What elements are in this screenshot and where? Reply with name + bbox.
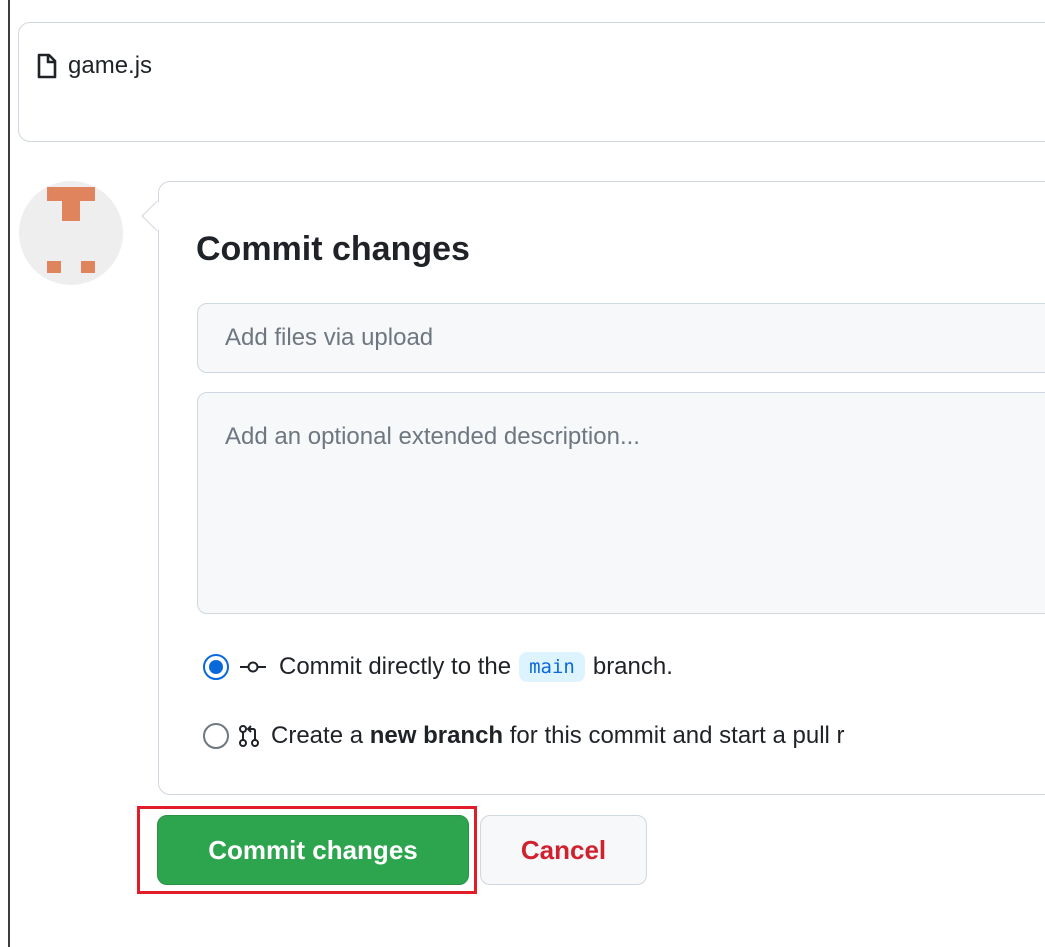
commit-summary-input[interactable]	[197, 303, 1045, 373]
git-pull-request-icon	[239, 724, 259, 748]
branch-name-badge: main	[519, 652, 585, 682]
cancel-button[interactable]: Cancel	[480, 815, 647, 885]
avatar[interactable]	[19, 181, 123, 285]
new-branch-bold: new branch	[369, 722, 504, 749]
file-row[interactable]: game.js	[36, 52, 152, 80]
commit-description-textarea[interactable]	[197, 392, 1045, 614]
file-card	[18, 22, 1045, 142]
new-branch-option[interactable]: Create a new branch for this commit and …	[203, 722, 845, 750]
commit-changes-button[interactable]: Commit changes	[157, 815, 469, 885]
commit-direct-suffix: branch.	[592, 653, 673, 680]
commit-direct-radio[interactable]	[203, 654, 229, 680]
git-commit-icon	[239, 659, 267, 675]
file-name: game.js	[68, 52, 153, 79]
commit-direct-prefix: Commit directly to the	[279, 653, 512, 680]
commit-title: Commit changes	[196, 230, 470, 268]
commit-direct-option[interactable]: Commit directly to the main branch.	[203, 652, 673, 682]
file-icon	[36, 53, 58, 79]
new-branch-radio[interactable]	[203, 723, 229, 749]
new-branch-suffix: for this commit and start a pull r	[509, 722, 845, 749]
left-border-line	[8, 0, 10, 947]
new-branch-prefix: Create a	[271, 722, 364, 749]
